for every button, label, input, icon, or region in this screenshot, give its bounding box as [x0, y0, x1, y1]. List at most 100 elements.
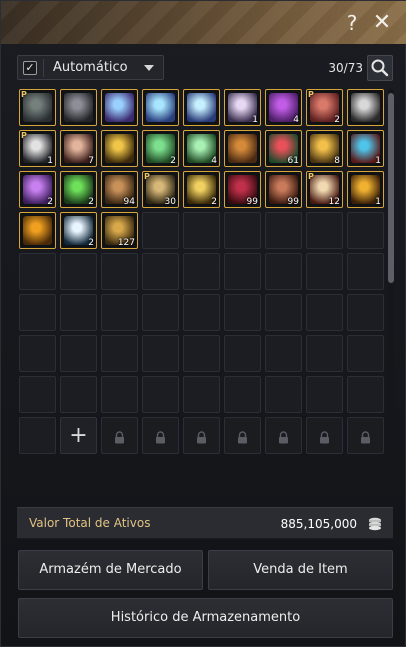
empty-slot[interactable]	[19, 376, 56, 413]
total-assets-bar: Valor Total de Ativos 885,105,000	[17, 507, 393, 539]
item-slot-red-flower[interactable]: 99	[224, 171, 261, 208]
item-slot-brown-scroll[interactable]: 94	[101, 171, 138, 208]
item-slot-red-box[interactable]: P2	[306, 89, 343, 126]
item-slot-fire-gem[interactable]: 1	[347, 171, 384, 208]
empty-slot[interactable]	[265, 212, 302, 249]
item-slot-gold-coin[interactable]: 127	[101, 212, 138, 249]
empty-slot[interactable]	[142, 212, 179, 249]
empty-slot[interactable]	[265, 335, 302, 372]
item-slot-rainbow-orb[interactable]: 61	[265, 130, 302, 167]
silver-orb-icon	[351, 93, 380, 122]
title-bar[interactable]: ? ✕	[1, 1, 406, 45]
empty-slot[interactable]	[224, 212, 261, 249]
empty-slot[interactable]	[183, 253, 220, 290]
empty-slot[interactable]	[183, 294, 220, 331]
item-slot-gold-bottle[interactable]: P 30	[142, 171, 179, 208]
item-slot-gold-crystal[interactable]: 2	[183, 171, 220, 208]
item-slot-green-gift[interactable]: 4	[183, 130, 220, 167]
item-slot-dark-hat[interactable]: P	[19, 89, 56, 126]
blue-crystal-icon	[146, 93, 175, 122]
empty-slot[interactable]	[19, 253, 56, 290]
item-quantity: 2	[211, 197, 217, 207]
empty-slot[interactable]	[19, 294, 56, 331]
item-slot-red-card[interactable]: 1	[347, 130, 384, 167]
empty-slot[interactable]	[265, 294, 302, 331]
empty-slot[interactable]	[306, 294, 343, 331]
grid-scrollbar[interactable]	[388, 89, 394, 497]
empty-slot[interactable]	[224, 376, 261, 413]
item-slot-silver-orb[interactable]	[347, 89, 384, 126]
expand-storage-slot[interactable]: +	[60, 417, 97, 454]
close-button[interactable]: ✕	[369, 9, 395, 37]
item-slot-blue-vial[interactable]: 2	[60, 212, 97, 249]
search-button[interactable]	[367, 55, 393, 81]
item-slot-orange-cloak[interactable]	[19, 212, 56, 249]
empty-slot[interactable]	[60, 376, 97, 413]
item-slot-white-tree[interactable]: P1	[19, 130, 56, 167]
storage-history-button[interactable]: Histórico de Armazenamento	[18, 598, 393, 638]
item-slot-coffee-cup[interactable]: 7	[60, 130, 97, 167]
item-slot-gold-shell[interactable]: 8	[306, 130, 343, 167]
empty-slot[interactable]	[101, 376, 138, 413]
empty-slot[interactable]	[101, 335, 138, 372]
item-slot-blue-crystal[interactable]	[183, 89, 220, 126]
empty-slot[interactable]	[265, 253, 302, 290]
empty-slot[interactable]	[306, 253, 343, 290]
item-slot-gold-gem[interactable]	[101, 130, 138, 167]
locked-slot	[306, 417, 343, 454]
empty-slot[interactable]	[347, 253, 384, 290]
premium-badge: P	[144, 172, 150, 181]
auto-sort-checkbox[interactable]: ✓	[23, 61, 37, 75]
orange-cloak-icon	[23, 216, 52, 245]
item-slot-blue-crystal[interactable]	[101, 89, 138, 126]
empty-slot[interactable]	[265, 376, 302, 413]
item-slot-red-letter[interactable]: P 12	[306, 171, 343, 208]
help-button[interactable]: ?	[339, 9, 365, 37]
empty-slot[interactable]	[60, 253, 97, 290]
empty-slot[interactable]	[306, 376, 343, 413]
empty-slot[interactable]	[224, 335, 261, 372]
item-slot-copper-coin[interactable]: 99	[265, 171, 302, 208]
item-slot-purple-chest[interactable]: 2	[19, 171, 56, 208]
empty-slot[interactable]	[101, 253, 138, 290]
locked-slot	[101, 417, 138, 454]
item-slot-treasure-chest[interactable]	[224, 130, 261, 167]
empty-slot[interactable]	[306, 335, 343, 372]
item-slot-purple-book[interactable]: 4	[265, 89, 302, 126]
empty-slot[interactable]	[347, 335, 384, 372]
empty-slot[interactable]	[60, 335, 97, 372]
empty-slot[interactable]	[347, 294, 384, 331]
empty-slot[interactable]	[142, 376, 179, 413]
scrollbar-thumb[interactable]	[388, 93, 394, 283]
market-storage-button[interactable]: Armazém de Mercado	[18, 550, 203, 590]
pickaxe-tool-icon	[64, 93, 93, 122]
item-quantity: 7	[88, 156, 94, 166]
item-slot-pickaxe-tool[interactable]	[60, 89, 97, 126]
item-slot-blue-crystal[interactable]	[142, 89, 179, 126]
sort-mode-dropdown[interactable]: ✓ Automático	[17, 55, 164, 80]
empty-slot[interactable]	[183, 212, 220, 249]
item-quantity: 1	[47, 156, 53, 166]
empty-slot[interactable]	[347, 376, 384, 413]
sell-item-button[interactable]: Venda de Item	[208, 550, 393, 590]
item-slot-green-potion[interactable]: 2	[60, 171, 97, 208]
premium-badge: P	[308, 90, 314, 99]
empty-slot[interactable]	[19, 335, 56, 372]
empty-slot[interactable]	[306, 212, 343, 249]
locked-slot	[265, 417, 302, 454]
empty-slot[interactable]	[183, 376, 220, 413]
empty-slot[interactable]	[142, 253, 179, 290]
empty-slot[interactable]	[101, 294, 138, 331]
empty-slot[interactable]	[60, 294, 97, 331]
empty-slot[interactable]	[347, 212, 384, 249]
locked-slot	[224, 417, 261, 454]
empty-slot[interactable]	[142, 294, 179, 331]
item-quantity: 2	[170, 156, 176, 166]
empty-slot[interactable]	[224, 253, 261, 290]
empty-slot[interactable]	[142, 335, 179, 372]
item-slot-scroll-paper[interactable]: 1	[224, 89, 261, 126]
empty-slot[interactable]	[19, 417, 56, 454]
item-slot-green-gift[interactable]: 2	[142, 130, 179, 167]
empty-slot[interactable]	[183, 335, 220, 372]
empty-slot[interactable]	[224, 294, 261, 331]
